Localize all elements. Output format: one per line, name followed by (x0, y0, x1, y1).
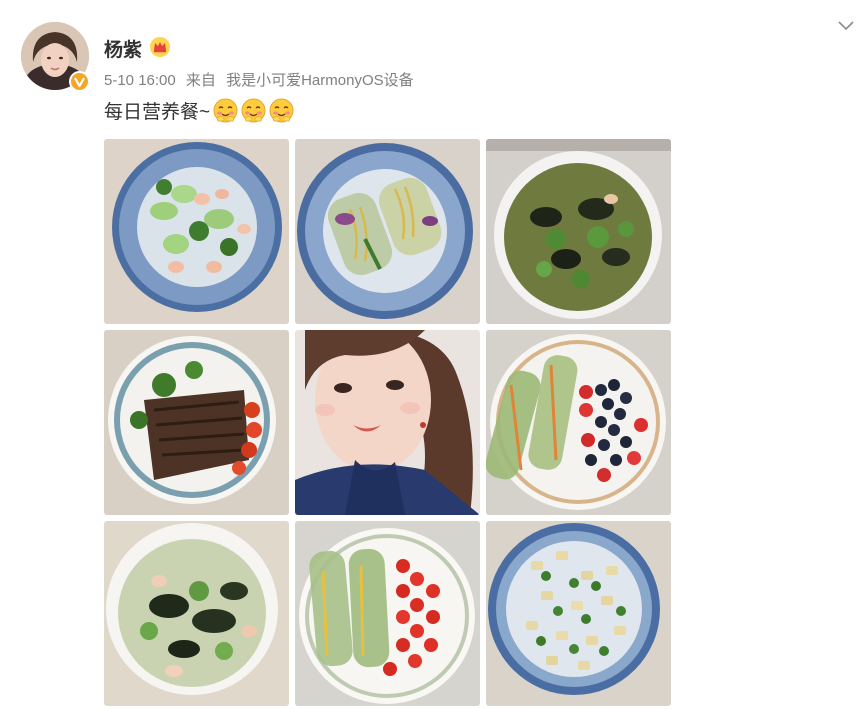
photo-shrimp-broccoli[interactable] (104, 139, 289, 324)
author-name[interactable]: 杨紫 (104, 35, 142, 62)
post-device[interactable]: 我是小可爱HarmonyOS设备 (226, 72, 414, 89)
chevron-down-icon[interactable] (836, 18, 856, 32)
shy-smile-emoji-icon (213, 98, 238, 123)
crown-icon[interactable] (149, 36, 171, 58)
photo-noodle-spring-rolls[interactable] (295, 139, 480, 324)
photo-grid (104, 139, 671, 706)
photo-beef-broccoli[interactable] (104, 330, 289, 515)
post-content: 每日营养餐~ (104, 97, 294, 124)
post-date[interactable]: 5-10 16:00 (104, 72, 176, 89)
photo-selfie[interactable] (295, 330, 480, 515)
photo-fungus-soup[interactable] (486, 139, 671, 324)
photo-seaweed-soup[interactable] (104, 521, 289, 706)
verified-badge-icon (69, 71, 90, 92)
post-meta: 5-10 16:00 来自 我是小可爱HarmonyOS设备 (104, 69, 420, 90)
photo-rolls-berries[interactable] (486, 330, 671, 515)
shy-smile-emoji-icon (241, 98, 266, 123)
post-text: 每日营养餐~ (104, 102, 211, 123)
photo-rolls-tomatoes[interactable] (295, 521, 480, 706)
from-label: 来自 (185, 72, 216, 89)
photo-cucumber-chicken[interactable] (486, 521, 671, 706)
shy-smile-emoji-icon (269, 98, 294, 123)
